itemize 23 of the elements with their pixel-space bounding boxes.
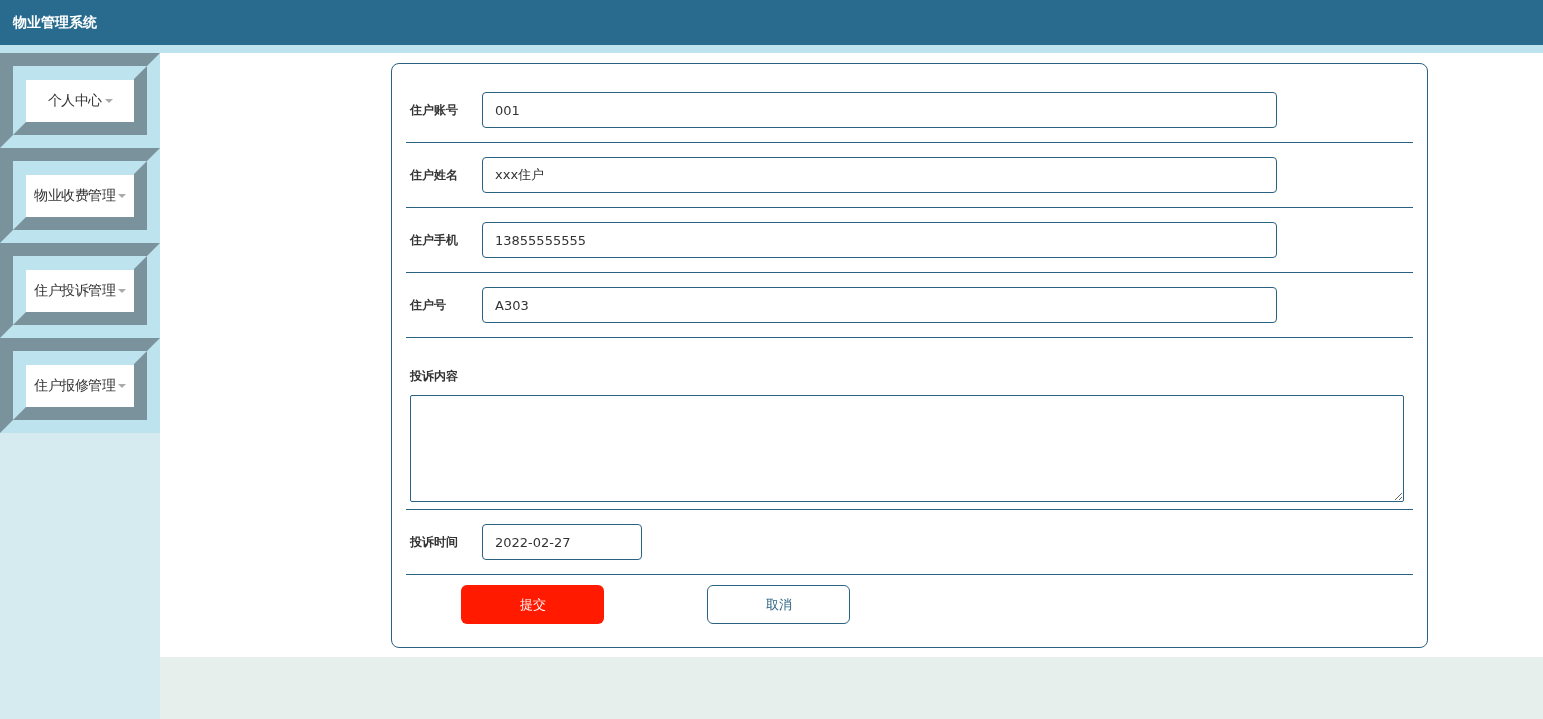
- menu-item[interactable]: 住户投诉管理: [26, 269, 134, 312]
- caret-icon: [118, 383, 126, 388]
- field-label: 住户号: [410, 296, 447, 314]
- text-area[interactable]: [410, 395, 1404, 502]
- field-label: 住户姓名: [410, 166, 459, 184]
- caret-icon: [118, 193, 126, 198]
- menu-item[interactable]: 物业收费管理: [26, 174, 134, 217]
- submit-button[interactable]: 提交: [461, 585, 604, 624]
- field-label: 住户账号: [410, 101, 459, 119]
- input-field[interactable]: 13855555555: [482, 222, 1277, 258]
- date-field[interactable]: 2022-02-27: [482, 524, 642, 560]
- field-label: 住户手机: [410, 231, 459, 249]
- input-field[interactable]: A303: [482, 287, 1277, 323]
- cancel-button[interactable]: 取消: [707, 585, 850, 624]
- caret-icon: [104, 98, 113, 103]
- menu-item[interactable]: 住户报修管理: [26, 364, 134, 407]
- caret-icon: [118, 288, 126, 293]
- field-label: 投诉内容: [410, 368, 459, 385]
- menu-item[interactable]: 个人中心: [26, 79, 134, 122]
- app-title: 物业管理系统: [13, 13, 97, 32]
- input-field[interactable]: xxx住户: [482, 157, 1277, 193]
- input-field[interactable]: 001: [482, 92, 1277, 128]
- field-label: 投诉时间: [410, 533, 459, 551]
